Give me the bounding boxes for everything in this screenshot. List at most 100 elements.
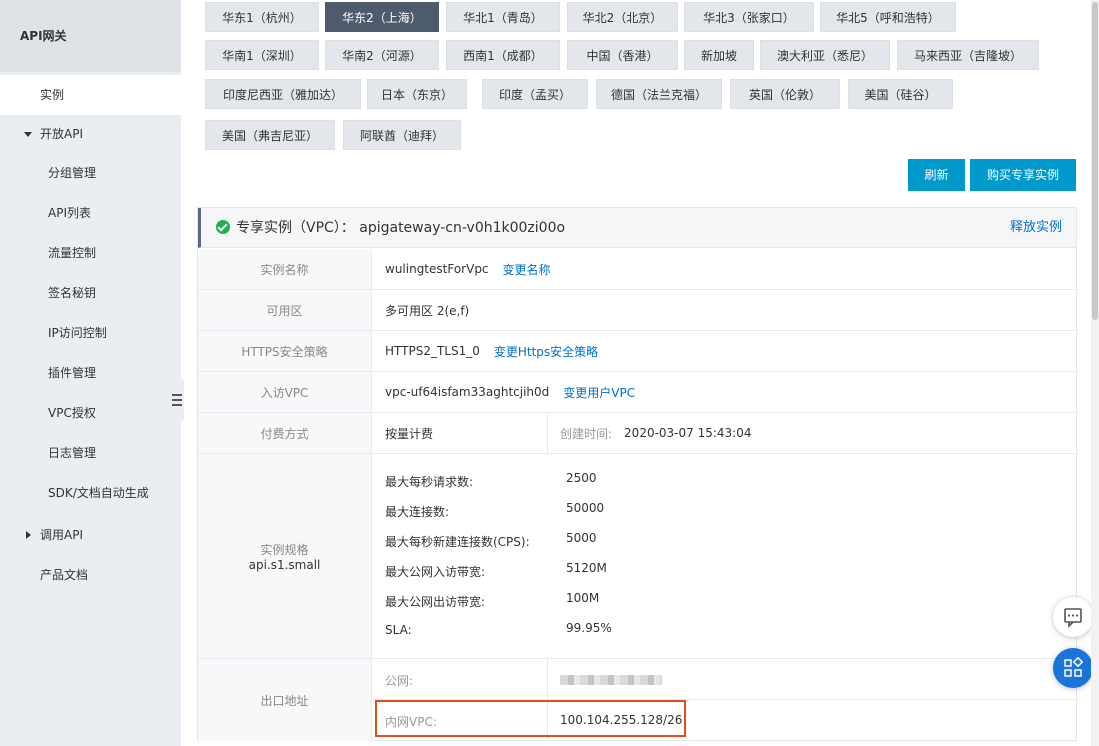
https-policy-value: HTTPS2_TLS1_0 <box>385 344 480 358</box>
chat-button[interactable] <box>1053 597 1093 637</box>
redacted-public-ip <box>560 675 662 685</box>
spec-value: 50000 <box>566 501 605 515</box>
egress-public-row: 公网: <box>373 659 1076 700</box>
region-button[interactable]: 印度（孟买） <box>482 79 588 109</box>
apps-button[interactable] <box>1053 648 1093 688</box>
instance-title: 专享实例（VPC）： apigateway-cn-v0h1k00zi00o <box>236 220 566 236</box>
instance-name-value: wulingtestForVpc <box>385 262 489 276</box>
sidebar-item-label: VPC授权 <box>48 406 96 420</box>
region-button[interactable]: 华北1（青岛） <box>446 2 560 32</box>
sidebar-item-call-api[interactable]: 调用API <box>0 515 181 555</box>
spec-name: 最大每秒请求数: <box>385 475 474 489</box>
region-button[interactable]: 中国（香港） <box>567 40 678 70</box>
row-label: 出口地址 <box>198 659 372 741</box>
sidebar-item-plugins[interactable]: 插件管理 <box>0 353 181 393</box>
sidebar-item-throttling[interactable]: 流量控制 <box>0 233 181 273</box>
spec-name: SLA: <box>385 623 412 637</box>
region-button[interactable]: 马来西亚（吉隆坡） <box>897 40 1039 70</box>
region-button[interactable]: 阿联酋（迪拜） <box>343 120 461 150</box>
row-billing: 付费方式 按量计费 创建时间: 2020-03-07 15:43:04 <box>198 413 1076 454</box>
zone-value: 多可用区 2(e,f) <box>385 303 470 318</box>
sidebar-item-label: 日志管理 <box>48 446 97 460</box>
region-button[interactable]: 英国（伦敦） <box>730 79 840 109</box>
spec-name: 最大公网入访带宽: <box>385 565 486 579</box>
sidebar-collapse-handle[interactable] <box>166 378 184 422</box>
divider <box>547 413 548 453</box>
buy-dedicated-instance-button[interactable]: 购买专享实例 <box>970 159 1076 191</box>
region-button[interactable]: 新加坡 <box>684 40 754 70</box>
row-zone: 可用区 多可用区 2(e,f) <box>198 290 1076 331</box>
sidebar-item-label: IP访问控制 <box>48 326 107 340</box>
refresh-button[interactable]: 刷新 <box>908 159 965 191</box>
scrollbar-thumb[interactable] <box>1092 2 1098 320</box>
sidebar-item-label: 实例 <box>40 88 65 102</box>
sidebar-item-label: SDK/文档自动生成 <box>48 486 149 500</box>
check-circle-icon <box>216 220 230 234</box>
row-label: 付费方式 <box>198 413 372 453</box>
release-instance-link[interactable]: 释放实例 <box>1010 208 1062 248</box>
sidebar-item-label: 调用API <box>40 528 83 542</box>
sidebar-item-sdk-docs[interactable]: SDK/文档自动生成 <box>0 473 181 513</box>
sidebar-item-open-api[interactable]: 开放API <box>0 114 181 154</box>
menu-icon <box>172 404 182 406</box>
sidebar-brand: API网关 <box>0 0 181 72</box>
region-button[interactable]: 美国（弗吉尼亚） <box>205 120 335 150</box>
spec-value: 5000 <box>566 531 597 545</box>
row-label: 入访VPC <box>198 372 372 412</box>
region-button[interactable]: 华北5（呼和浩特） <box>820 2 956 32</box>
row-label: HTTPS安全策略 <box>198 331 372 371</box>
sidebar-item-label: 开放API <box>40 127 83 141</box>
sidebar-item-label: 分组管理 <box>48 166 97 180</box>
sidebar-item-label: 插件管理 <box>48 366 97 380</box>
apps-grid-icon <box>1064 656 1084 677</box>
region-button[interactable]: 美国（硅谷） <box>848 79 953 109</box>
region-button[interactable]: 华南1（深圳） <box>205 40 319 70</box>
caret-down-icon <box>24 132 32 137</box>
spec-value: 5120M <box>566 561 607 575</box>
instance-panel: 专享实例（VPC）： apigateway-cn-v0h1k00zi00o 释放… <box>197 207 1077 741</box>
region-button[interactable]: 澳大利亚（悉尼） <box>760 40 890 70</box>
row-instance-name: 实例名称 wulingtestForVpc 变更名称 <box>198 249 1076 290</box>
spec-value: 99.95% <box>566 621 612 635</box>
row-https-policy: HTTPS安全策略 HTTPS2_TLS1_0 变更Https安全策略 <box>198 331 1076 372</box>
spec-value: 2500 <box>566 471 597 485</box>
sidebar-item-product-docs[interactable]: 产品文档 <box>0 555 181 595</box>
rename-link[interactable]: 变更名称 <box>503 261 551 278</box>
sidebar-item-label: 流量控制 <box>48 246 97 260</box>
sidebar-item-api-list[interactable]: API列表 <box>0 193 181 233</box>
sidebar-item-vpc-auth[interactable]: VPC授权 <box>0 393 181 433</box>
region-button[interactable]: 印度尼西亚（雅加达） <box>205 79 361 109</box>
row-spec: 实例规格 api.s1.small 最大每秒请求数: 2500 最大连接数: 5… <box>198 454 1076 659</box>
sidebar-item-logs[interactable]: 日志管理 <box>0 433 181 473</box>
chat-icon <box>1064 608 1082 628</box>
public-label: 公网: <box>385 674 414 688</box>
change-https-policy-link[interactable]: 变更Https安全策略 <box>494 343 598 360</box>
region-button[interactable]: 德国（法兰克福） <box>596 79 722 109</box>
sidebar: API网关 实例 开放API 分组管理 API列表 流量控制 签名秘钥 IP访问… <box>0 0 181 746</box>
sidebar-item-label: API列表 <box>48 206 91 220</box>
region-button[interactable]: 日本（东京） <box>367 79 467 109</box>
region-button-selected[interactable]: 华东2（上海） <box>325 2 439 32</box>
spec-name: 最大每秒新建连接数(CPS): <box>385 535 530 549</box>
caret-right-icon <box>26 531 31 539</box>
change-user-vpc-link[interactable]: 变更用户VPC <box>563 384 635 401</box>
region-button[interactable]: 西南1（成都） <box>446 40 560 70</box>
region-button[interactable]: 华东1（杭州） <box>205 2 319 32</box>
spec-value: 100M <box>566 591 600 605</box>
sidebar-item-instance[interactable]: 实例 <box>0 75 181 115</box>
sidebar-item-ip-access[interactable]: IP访问控制 <box>0 313 181 353</box>
spec-name: 最大连接数: <box>385 505 450 519</box>
region-button[interactable]: 华北2（北京） <box>567 2 678 32</box>
row-label: 实例规格 api.s1.small <box>198 454 372 658</box>
sidebar-item-signature-key[interactable]: 签名秘钥 <box>0 273 181 313</box>
billing-value: 按量计费 <box>385 426 434 441</box>
ingress-vpc-value: vpc-uf64isfam33aghtcjih0d <box>385 385 550 399</box>
highlight-box <box>375 700 686 737</box>
region-button[interactable]: 华南2（河源） <box>325 40 439 70</box>
menu-icon <box>172 399 182 401</box>
sidebar-item-label: 产品文档 <box>40 568 89 582</box>
region-button[interactable]: 华北3（张家口） <box>684 2 814 32</box>
sidebar-item-groups[interactable]: 分组管理 <box>0 153 181 193</box>
created-time-value: 2020-03-07 15:43:04 <box>624 426 752 440</box>
scrollbar[interactable] <box>1091 0 1099 746</box>
